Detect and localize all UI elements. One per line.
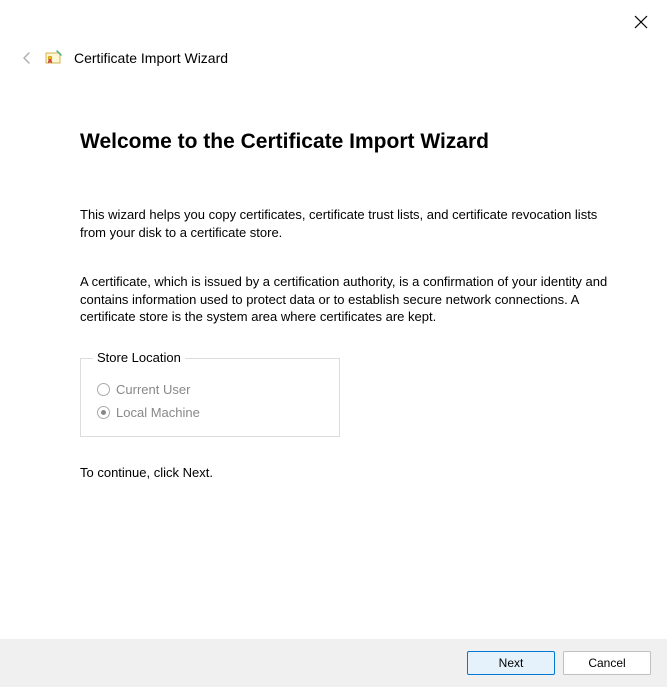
description-text: A certificate, which is issued by a cert… bbox=[80, 273, 617, 326]
back-arrow-icon bbox=[20, 51, 34, 65]
cancel-button[interactable]: Cancel bbox=[563, 651, 651, 675]
next-button[interactable]: Next bbox=[467, 651, 555, 675]
radio-local-machine[interactable]: Local Machine bbox=[97, 405, 327, 420]
wizard-header: Certificate Import Wizard bbox=[18, 48, 228, 68]
store-location-group: Store Location Current User Local Machin… bbox=[80, 358, 340, 437]
radio-icon bbox=[97, 406, 110, 419]
radio-label-local-machine: Local Machine bbox=[116, 405, 200, 420]
wizard-title: Certificate Import Wizard bbox=[74, 50, 228, 66]
page-heading: Welcome to the Certificate Import Wizard bbox=[80, 130, 617, 154]
close-icon bbox=[634, 15, 648, 29]
radio-current-user[interactable]: Current User bbox=[97, 382, 327, 397]
wizard-content: Welcome to the Certificate Import Wizard… bbox=[80, 130, 617, 480]
certificate-wizard-icon bbox=[44, 48, 64, 68]
close-button[interactable] bbox=[631, 12, 651, 32]
back-button[interactable] bbox=[18, 49, 36, 67]
store-location-legend: Store Location bbox=[93, 350, 185, 365]
wizard-footer: Next Cancel bbox=[0, 639, 667, 687]
continue-text: To continue, click Next. bbox=[80, 465, 617, 480]
radio-icon bbox=[97, 383, 110, 396]
radio-label-current-user: Current User bbox=[116, 382, 190, 397]
intro-text: This wizard helps you copy certificates,… bbox=[80, 206, 617, 241]
